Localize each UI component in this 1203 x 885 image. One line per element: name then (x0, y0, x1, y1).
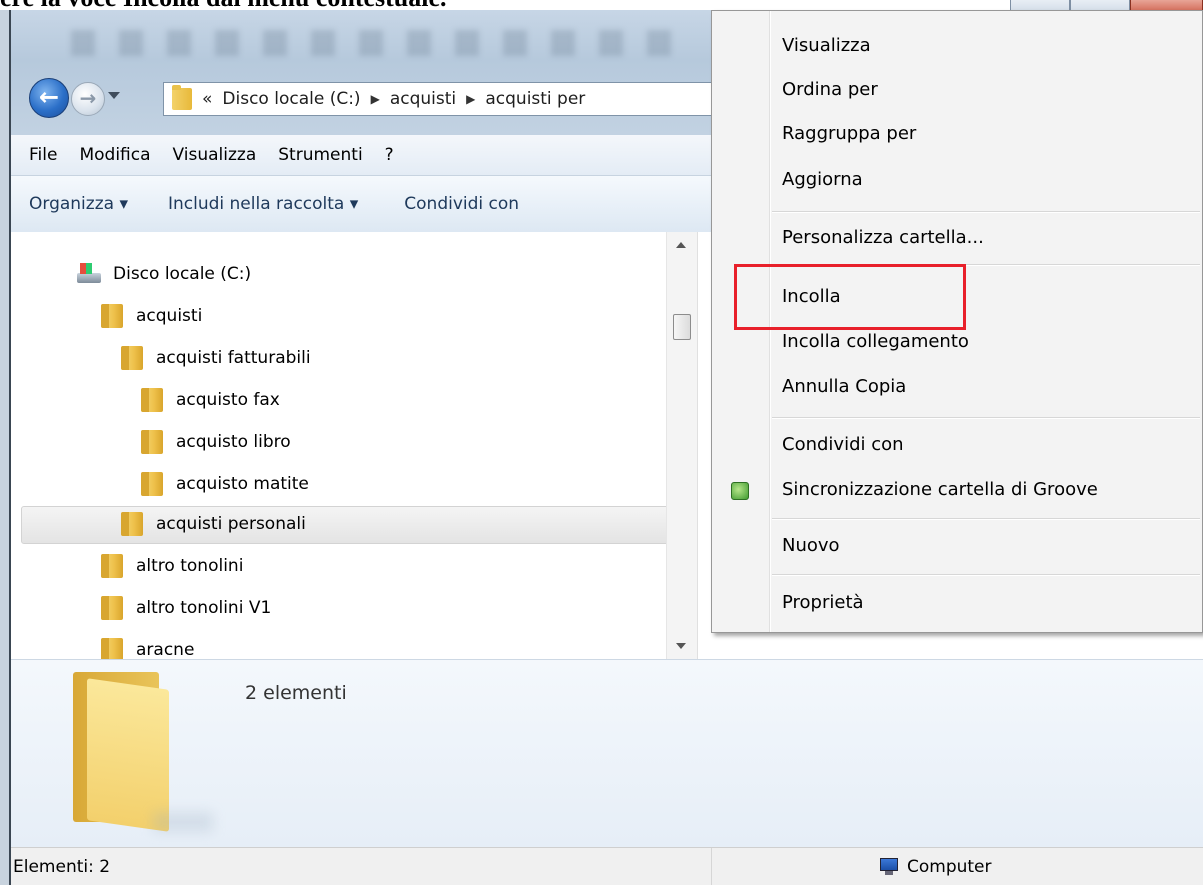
breadcrumb-acquisti-personali[interactable]: acquisti per (485, 89, 585, 109)
details-pane: 2 elementi (11, 659, 1203, 848)
menu-separator (772, 518, 1200, 520)
folder-icon (172, 85, 192, 110)
menu-item-label: Incolla collegamento (782, 331, 969, 352)
back-button[interactable]: ← (29, 78, 69, 118)
tree-item-aracne[interactable]: aracne (11, 630, 679, 659)
tree-item-label: Disco locale (C:) (113, 264, 252, 284)
tree-item-altro-tonolini[interactable]: altro tonolini (11, 546, 679, 586)
status-location-label: Computer (907, 857, 992, 877)
tree-item-acquisto-fax[interactable]: acquisto fax (11, 380, 679, 420)
menu-item-ordina-per[interactable]: Ordina per (712, 71, 1202, 111)
menu-item-label: Annulla Copia (782, 376, 907, 397)
folder-icon (121, 346, 143, 370)
scroll-thumb[interactable] (673, 314, 691, 340)
folder-icon (101, 554, 123, 578)
status-location: Computer (877, 857, 992, 877)
folder-icon (101, 638, 123, 659)
tree-item-label: acquisti fatturabili (156, 348, 311, 368)
tree-item-label: aracne (136, 640, 195, 659)
condividi-con-button[interactable]: Condividi con (404, 194, 519, 214)
status-bar: Elementi: 2 Computer (11, 847, 1203, 885)
menu-item-visualizza[interactable]: Visualizza (712, 27, 1202, 67)
menu-item-label: Aggiorna (782, 169, 863, 190)
annotation-highlight-box (734, 264, 966, 330)
menu-separator (772, 417, 1200, 419)
instruction-caption: ere la voce Incolla dal menu contestuale… (0, 0, 447, 10)
tree-item-disco-locale[interactable]: Disco locale (C:) (11, 254, 679, 294)
menu-item-label: Visualizza (782, 35, 871, 56)
menu-item-personalizza-cartella[interactable]: Personalizza cartella... (712, 219, 1202, 259)
folder-icon (141, 388, 163, 412)
tree-item-acquisto-matite[interactable]: acquisto matite (11, 464, 679, 504)
drive-icon (77, 263, 101, 285)
menu-separator (772, 574, 1200, 576)
tree-item-acquisti-fatturabili[interactable]: acquisti fatturabili (11, 338, 679, 378)
organizza-button[interactable]: Organizza ▾ (29, 194, 128, 214)
tree-item-acquisto-libro[interactable]: acquisto libro (11, 422, 679, 462)
breadcrumb-overflow[interactable]: « (202, 89, 212, 109)
menu-modifica[interactable]: Modifica (79, 145, 150, 165)
address-bar[interactable]: « Disco locale (C:) ▶ acquisti ▶ acquist… (163, 82, 723, 116)
scroll-down-arrow-icon[interactable] (676, 643, 686, 649)
folder-icon (141, 472, 163, 496)
tree-item-label: acquisto fax (176, 390, 280, 410)
menu-item-condividi-con[interactable]: Condividi con (712, 426, 1202, 466)
tree-item-altro-tonolini-v1[interactable]: altro tonolini V1 (11, 588, 679, 628)
folder-icon (101, 596, 123, 620)
folder-icon (121, 512, 143, 536)
menu-item-label: Personalizza cartella... (782, 227, 984, 248)
breadcrumb-disco-locale[interactable]: Disco locale (C:) (222, 89, 360, 109)
tree-item-label: acquisto libro (176, 432, 291, 452)
computer-icon (877, 858, 899, 876)
menu-item-label: Nuovo (782, 535, 840, 556)
menu-strumenti[interactable]: Strumenti (278, 145, 362, 165)
menu-help[interactable]: ? (385, 145, 394, 165)
menu-item-groove-sync[interactable]: Sincronizzazione cartella di Groove (712, 471, 1202, 511)
recent-pages-dropdown-icon[interactable] (108, 92, 120, 99)
scroll-up-arrow-icon[interactable] (676, 242, 686, 248)
breadcrumb-arrow-icon[interactable]: ▶ (466, 92, 475, 106)
menu-separator (772, 211, 1200, 213)
folder-icon (101, 304, 123, 328)
menu-visualizza[interactable]: Visualizza (173, 145, 257, 165)
tree-item-acquisti[interactable]: acquisti (11, 296, 679, 336)
tree-item-label: acquisti personali (156, 514, 306, 534)
menu-file[interactable]: File (29, 145, 57, 165)
status-item-count: Elementi: 2 (13, 857, 111, 877)
menu-item-proprieta[interactable]: Proprietà (712, 584, 1202, 624)
menu-item-label: Condividi con (782, 434, 904, 455)
tree-scrollbar[interactable] (666, 232, 697, 659)
item-count: 2 elementi (245, 682, 347, 704)
tree-item-label: altro tonolini (136, 556, 244, 576)
groove-sync-icon (731, 482, 749, 500)
menu-item-aggiorna[interactable]: Aggiorna (712, 161, 1202, 201)
navigation-tree: Disco locale (C:) acquisti acquisti fatt… (11, 232, 679, 659)
menu-item-label: Sincronizzazione cartella di Groove (782, 479, 1098, 500)
tree-item-label: acquisti (136, 306, 203, 326)
menu-item-label: Ordina per (782, 79, 878, 100)
menu-item-label: Proprietà (782, 592, 864, 613)
folder-icon (141, 430, 163, 454)
breadcrumb-arrow-icon[interactable]: ▶ (371, 92, 380, 106)
tree-item-acquisti-personali[interactable]: acquisti personali (11, 504, 679, 544)
menu-item-raggruppa-per[interactable]: Raggruppa per (712, 115, 1202, 155)
blurred-background-icons (71, 30, 691, 56)
forward-button[interactable]: → (71, 82, 105, 116)
large-folder-icon (73, 672, 213, 832)
menu-item-nuovo[interactable]: Nuovo (712, 527, 1202, 567)
tree-item-label: altro tonolini V1 (136, 598, 272, 618)
includi-nella-raccolta-button[interactable]: Includi nella raccolta ▾ (168, 194, 358, 214)
menu-item-annulla-copia[interactable]: Annulla Copia (712, 368, 1202, 408)
menu-item-label: Raggruppa per (782, 123, 917, 144)
selection-highlight (21, 506, 671, 544)
breadcrumb-acquisti[interactable]: acquisti (390, 89, 456, 109)
tree-item-label: acquisto matite (176, 474, 309, 494)
status-divider (711, 848, 712, 885)
